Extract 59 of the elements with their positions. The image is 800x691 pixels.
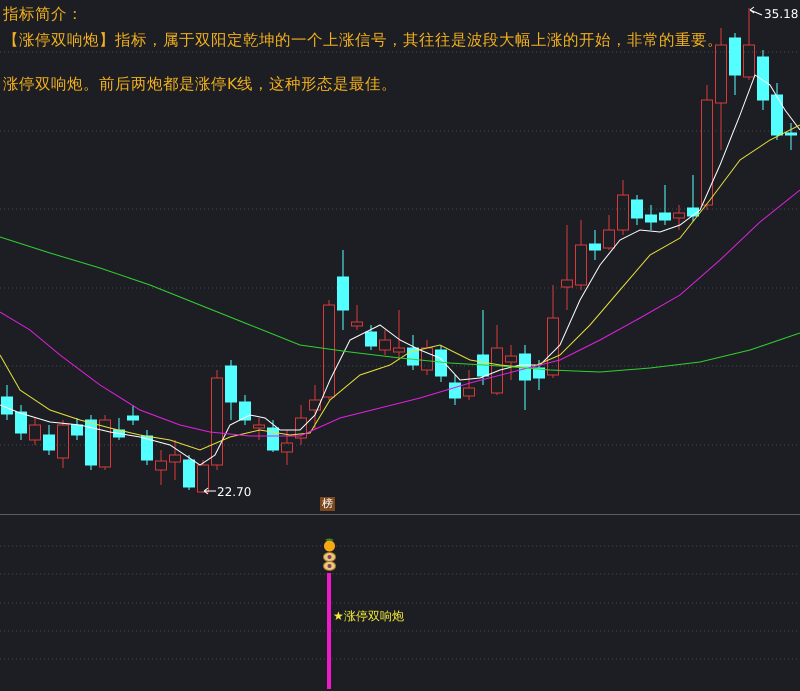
candlestick [267,420,279,452]
candlestick [309,384,321,430]
candlestick [421,340,433,376]
candlestick [15,404,27,440]
candlestick [463,370,475,400]
candlestick [71,418,83,440]
candlestick [673,204,685,230]
candlestick [645,204,657,230]
arrow-icon [204,488,216,494]
candlestick [127,404,139,426]
candlestick [1,384,13,420]
candlestick [505,344,517,380]
candlestick [295,404,307,446]
candlestick [617,180,629,236]
candlestick [351,304,363,330]
intro-text: 【涨停双响炮】指标，属于双阳定乾坤的一个上涨信号，其往往是波段大幅上涨的开始，非常的重要。 [3,30,723,50]
candlestick [729,32,741,96]
candlestick [533,360,545,390]
candlestick [771,82,783,140]
candlestick [169,440,181,480]
candlestick [225,360,237,420]
price-label: 35.18 [764,7,798,21]
intro-text: 涨停双响炮。前后两炮都是涨停K线，这种形态是最佳。 [3,74,398,94]
candlestick [57,420,69,468]
candlestick [85,414,97,470]
candlestick [435,344,447,382]
candlestick [155,450,167,486]
candlestick [239,394,251,426]
arrow-icon [750,6,762,16]
candlestick [519,344,531,410]
money-bag-icon [323,552,336,571]
signal-label: ★涨停双响炮 [333,608,404,624]
candlestick [365,324,377,350]
candlestick [197,460,209,494]
candlestick [491,324,503,396]
candlestick [253,418,265,440]
candlestick [603,214,615,250]
candlestick [29,418,41,446]
candlestick [757,50,769,110]
candlestick [379,330,391,356]
candlestick [183,454,195,490]
rank-badge: 榜 [320,497,335,511]
candlestick [589,230,601,260]
candlestick [281,430,293,466]
candlestick [785,122,797,150]
candlestick [449,374,461,406]
candlestick [631,194,643,226]
fruit-icon [324,538,335,552]
intro-title: 指标简介： [3,4,84,24]
candlestick [43,424,55,456]
candlestick [407,334,419,370]
candlestick [659,184,671,226]
candlestick [113,418,125,440]
price-label: 22.70 [217,485,252,499]
candlestick [687,174,699,222]
candlestick [575,220,587,290]
candlestick [141,430,153,466]
candlestick [393,310,405,360]
candlestick [99,414,111,470]
